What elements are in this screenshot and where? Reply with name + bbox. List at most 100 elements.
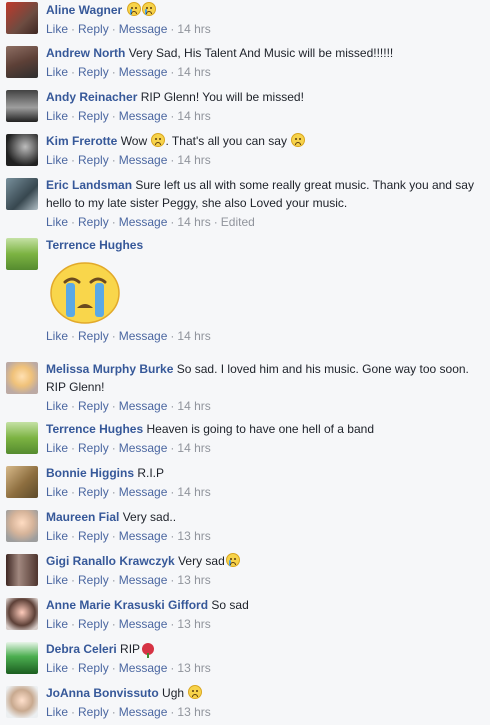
reply-link[interactable]: Reply (78, 399, 109, 413)
avatar[interactable] (6, 686, 38, 718)
comment-actions: Like · Reply · Message · 14 hrs (46, 329, 211, 343)
reply-link[interactable]: Reply (78, 529, 109, 543)
message-link[interactable]: Message (119, 617, 168, 631)
comment-text: . That's all you can say (165, 134, 287, 148)
comment-text: Heaven is going to have one hell of a ba… (146, 422, 375, 436)
message-link[interactable]: Message (119, 705, 168, 719)
like-link[interactable]: Like (46, 22, 68, 36)
message-link[interactable]: Message (119, 329, 168, 343)
avatar[interactable] (6, 422, 38, 454)
timestamp[interactable]: 13 hrs (177, 573, 210, 587)
message-link[interactable]: Message (119, 65, 168, 79)
like-link[interactable]: Like (46, 573, 68, 587)
comment-text: Wow (120, 134, 148, 148)
timestamp[interactable]: 13 hrs (177, 661, 210, 675)
message-link[interactable]: Message (119, 215, 168, 229)
timestamp[interactable]: 14 hrs (177, 329, 210, 343)
comment-text: So sad (211, 598, 249, 612)
reply-link[interactable]: Reply (78, 215, 109, 229)
avatar[interactable] (6, 510, 38, 542)
message-link[interactable]: Message (119, 485, 168, 499)
message-link[interactable]: Message (119, 153, 168, 167)
avatar[interactable] (6, 466, 38, 498)
avatar[interactable] (6, 90, 38, 122)
like-link[interactable]: Like (46, 705, 68, 719)
reply-link[interactable]: Reply (78, 617, 109, 631)
comment-text: Very sad (178, 554, 225, 568)
crying-face-sticker[interactable] (50, 262, 120, 324)
comment-author[interactable]: Melissa Murphy Burke (46, 362, 173, 376)
like-link[interactable]: Like (46, 399, 68, 413)
comment-author[interactable]: Andy Reinacher (46, 90, 137, 104)
comment-actions: Like · Reply · Message · 14 hrs (46, 109, 211, 123)
comment-text: RIP (120, 642, 141, 656)
timestamp[interactable]: 13 hrs (177, 617, 210, 631)
comment-actions: Like · Reply · Message · 14 hrs (46, 22, 211, 36)
edited-label[interactable]: Edited (221, 215, 255, 229)
timestamp[interactable]: 14 hrs (177, 399, 210, 413)
message-link[interactable]: Message (119, 661, 168, 675)
like-link[interactable]: Like (46, 529, 68, 543)
message-link[interactable]: Message (119, 573, 168, 587)
sad-icon (141, 2, 156, 16)
comment-text: Ugh (162, 686, 185, 700)
reply-link[interactable]: Reply (78, 65, 109, 79)
avatar[interactable] (6, 362, 38, 394)
like-link[interactable]: Like (46, 485, 68, 499)
comment-actions: Like · Reply · Message · 14 hrs (46, 485, 211, 499)
reply-link[interactable]: Reply (78, 109, 109, 123)
comment-author[interactable]: Eric Landsman (46, 178, 132, 192)
timestamp[interactable]: 14 hrs (177, 65, 210, 79)
comment-actions: Like · Reply · Message · 14 hrs (46, 153, 211, 167)
message-link[interactable]: Message (119, 109, 168, 123)
comment-author[interactable]: Anne Marie Krasuski Gifford (46, 598, 208, 612)
comment-text: Very Sad, His Talent And Music will be m… (128, 46, 394, 60)
avatar[interactable] (6, 554, 38, 586)
timestamp[interactable]: 14 hrs (177, 22, 210, 36)
timestamp[interactable]: 14 hrs (177, 215, 210, 229)
avatar[interactable] (6, 2, 38, 34)
like-link[interactable]: Like (46, 153, 68, 167)
timestamp[interactable]: 14 hrs (177, 485, 210, 499)
like-link[interactable]: Like (46, 661, 68, 675)
avatar[interactable] (6, 46, 38, 78)
comment-author[interactable]: Aline Wagner (46, 3, 122, 17)
message-link[interactable]: Message (119, 22, 168, 36)
comment-author[interactable]: Terrence Hughes (46, 238, 143, 252)
like-link[interactable]: Like (46, 441, 68, 455)
comment-author[interactable]: Bonnie Higgins (46, 466, 134, 480)
like-link[interactable]: Like (46, 329, 68, 343)
timestamp[interactable]: 14 hrs (177, 153, 210, 167)
reply-link[interactable]: Reply (78, 661, 109, 675)
timestamp[interactable]: 13 hrs (177, 705, 210, 719)
like-link[interactable]: Like (46, 109, 68, 123)
comment-author[interactable]: Kim Frerotte (46, 134, 117, 148)
message-link[interactable]: Message (119, 529, 168, 543)
like-link[interactable]: Like (46, 65, 68, 79)
reply-link[interactable]: Reply (78, 573, 109, 587)
avatar[interactable] (6, 238, 38, 270)
reply-link[interactable]: Reply (78, 153, 109, 167)
comment-author[interactable]: Andrew North (46, 46, 125, 60)
message-link[interactable]: Message (119, 399, 168, 413)
avatar[interactable] (6, 598, 38, 630)
comment-author[interactable]: Gigi Ranallo Krawczyk (46, 554, 175, 568)
avatar[interactable] (6, 134, 38, 166)
message-link[interactable]: Message (119, 441, 168, 455)
reply-link[interactable]: Reply (78, 485, 109, 499)
reply-link[interactable]: Reply (78, 22, 109, 36)
comment-author[interactable]: JoAnna Bonvissuto (46, 686, 159, 700)
timestamp[interactable]: 13 hrs (177, 529, 210, 543)
reply-link[interactable]: Reply (78, 705, 109, 719)
timestamp[interactable]: 14 hrs (177, 109, 210, 123)
comment-author[interactable]: Debra Celeri (46, 642, 117, 656)
reply-link[interactable]: Reply (78, 441, 109, 455)
timestamp[interactable]: 14 hrs (177, 441, 210, 455)
avatar[interactable] (6, 642, 38, 674)
avatar[interactable] (6, 178, 38, 210)
like-link[interactable]: Like (46, 215, 68, 229)
comment-author[interactable]: Maureen Fial (46, 510, 119, 524)
like-link[interactable]: Like (46, 617, 68, 631)
comment-author[interactable]: Terrence Hughes (46, 422, 143, 436)
reply-link[interactable]: Reply (78, 329, 109, 343)
